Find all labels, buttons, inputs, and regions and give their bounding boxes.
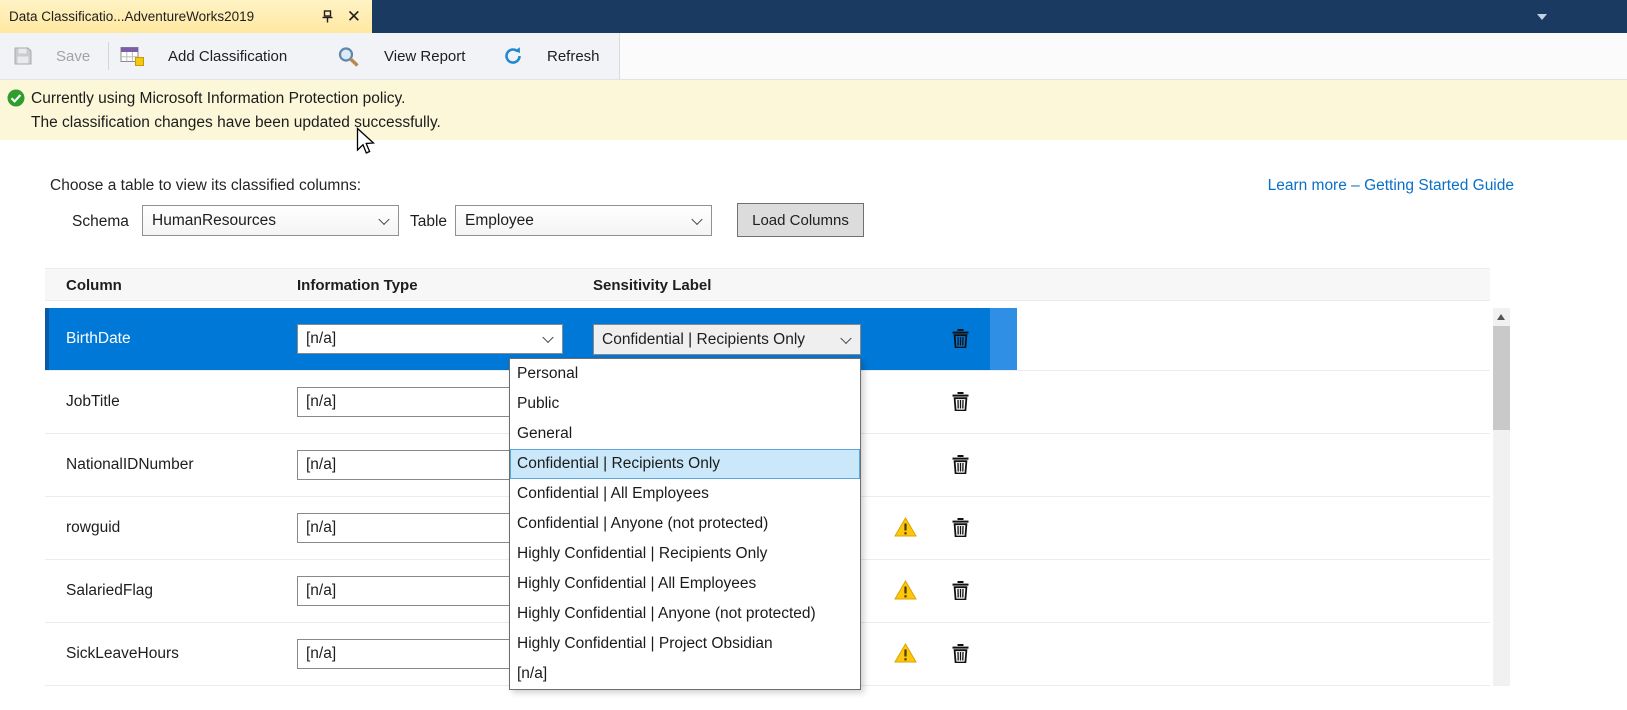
column-name: NationalIDNumber [66,456,194,474]
sensitivity-menu-item[interactable]: Personal [510,359,860,389]
refresh-label: Refresh [547,48,600,65]
sensitivity-menu-item[interactable]: Highly Confidential | Recipients Only [510,539,860,569]
sensitivity-dropdown-menu: Personal Public General Confidential | R… [509,358,861,690]
save-label: Save [56,48,90,65]
table-value: Employee [465,212,534,230]
schema-value: HumanResources [152,212,276,230]
delete-button[interactable] [952,518,969,542]
schema-label: Schema [72,213,129,231]
learn-more-link[interactable]: Learn more – Getting Started Guide [1268,177,1514,195]
info-line-1: Currently using Microsoft Information Pr… [31,87,441,111]
document-tab[interactable]: Data Classificatio...AdventureWorks2019 … [0,0,372,33]
combo-value: [n/a] [306,519,336,537]
warning-icon [894,517,917,542]
load-columns-button[interactable]: Load Columns [737,203,864,237]
view-report-button[interactable]: View Report [337,33,465,79]
grid-header: Column Information Type Sensitivity Labe… [45,268,1490,301]
sensitivity-menu-item[interactable]: Highly Confidential | Project Obsidian [510,629,860,659]
ssms-data-classification-window: Data Classificatio...AdventureWorks2019 … [0,0,1627,710]
refresh-icon [503,46,523,66]
scroll-up-button[interactable] [1493,308,1510,325]
view-report-icon [337,46,360,67]
scrollbar-thumb[interactable] [1493,326,1510,430]
sensitivity-label-combo[interactable]: Confidential | Recipients Only [593,324,861,355]
sensitivity-menu-item[interactable]: Highly Confidential | All Employees [510,569,860,599]
add-classification-icon [120,46,144,66]
save-icon [14,47,32,65]
toolbar: Save Add Classification [0,33,1627,80]
table-select[interactable]: Employee [455,205,712,236]
chevron-down-icon [542,332,553,343]
column-name: SickLeaveHours [66,645,179,663]
chevron-down-icon [840,332,851,343]
info-line-2: The classification changes have been upd… [31,111,441,135]
choose-table-label: Choose a table to view its classified co… [50,177,361,195]
delete-button[interactable] [952,581,969,605]
scroll-up-arrow-icon [1497,314,1505,320]
sensitivity-menu-item[interactable]: Confidential | Recipients Only [510,449,860,479]
sensitivity-menu-item[interactable]: Confidential | Anyone (not protected) [510,509,860,539]
column-name: JobTitle [66,393,120,411]
delete-button[interactable] [952,329,969,353]
tab-title: Data Classificatio...AdventureWorks2019 [9,9,316,24]
sensitivity-menu-item[interactable]: Highly Confidential | Anyone (not protec… [510,599,860,629]
document-tab-bar: Data Classificatio...AdventureWorks2019 … [0,0,1627,33]
delete-button[interactable] [952,455,969,479]
refresh-button[interactable]: Refresh [503,33,600,79]
success-check-icon [7,89,25,112]
sensitivity-menu-item[interactable]: [n/a] [510,659,860,689]
warning-icon [894,580,917,605]
delete-button[interactable] [952,392,969,416]
toolbar-divider [108,42,109,70]
close-icon[interactable]: ✕ [345,8,363,25]
column-name: BirthDate [66,330,131,348]
header-column: Column [66,277,122,294]
info-bar: Currently using Microsoft Information Pr… [0,80,1627,140]
save-button[interactable]: Save [14,33,90,79]
view-report-label: View Report [384,48,465,65]
add-classification-label: Add Classification [168,48,287,65]
combo-value: [n/a] [306,582,336,600]
chevron-down-icon [378,213,389,224]
combo-value: [n/a] [306,330,336,348]
chevron-down-icon [691,213,702,224]
sensitivity-menu-item[interactable]: Public [510,389,860,419]
sensitivity-menu-item[interactable]: Confidential | All Employees [510,479,860,509]
column-name: rowguid [66,519,120,537]
combo-value: Confidential | Recipients Only [602,331,805,349]
toolbar-main: Save Add Classification [0,33,620,79]
header-sensitivity-label: Sensitivity Label [593,277,711,294]
delete-button[interactable] [952,644,969,668]
tab-list-dropdown-icon[interactable] [1537,14,1547,20]
sensitivity-menu-item[interactable]: General [510,419,860,449]
header-information-type: Information Type [297,277,418,294]
column-name: SalariedFlag [66,582,153,600]
information-type-combo[interactable]: [n/a] [297,324,563,354]
combo-value: [n/a] [306,456,336,474]
add-classification-button[interactable]: Add Classification [120,33,287,79]
combo-value: [n/a] [306,393,336,411]
schema-select[interactable]: HumanResources [142,205,399,236]
vertical-scrollbar[interactable] [1493,308,1510,686]
combo-value: [n/a] [306,645,336,663]
pin-icon[interactable] [322,10,333,23]
table-label: Table [410,213,447,231]
warning-icon [894,643,917,668]
